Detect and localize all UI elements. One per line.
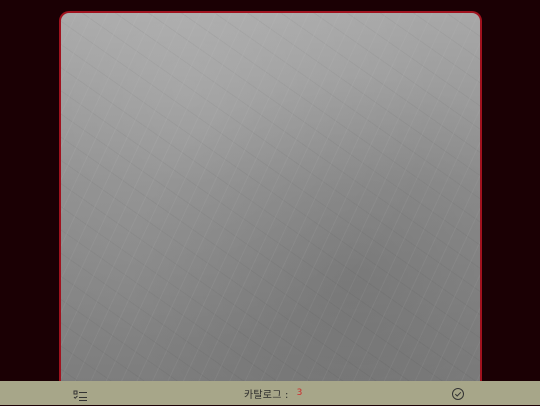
catalog-count: 3: [296, 388, 303, 398]
bottom-toolbar: 카탈로그 : 3: [0, 381, 540, 405]
catalog-status: 카탈로그 : 3: [244, 385, 303, 401]
check-circle-icon[interactable]: [451, 386, 465, 400]
checklist-icon[interactable]: [73, 387, 89, 401]
image-preview-panel: [59, 11, 482, 393]
gray-texture: [61, 13, 480, 393]
catalog-label: 카탈로그 :: [244, 389, 289, 401]
